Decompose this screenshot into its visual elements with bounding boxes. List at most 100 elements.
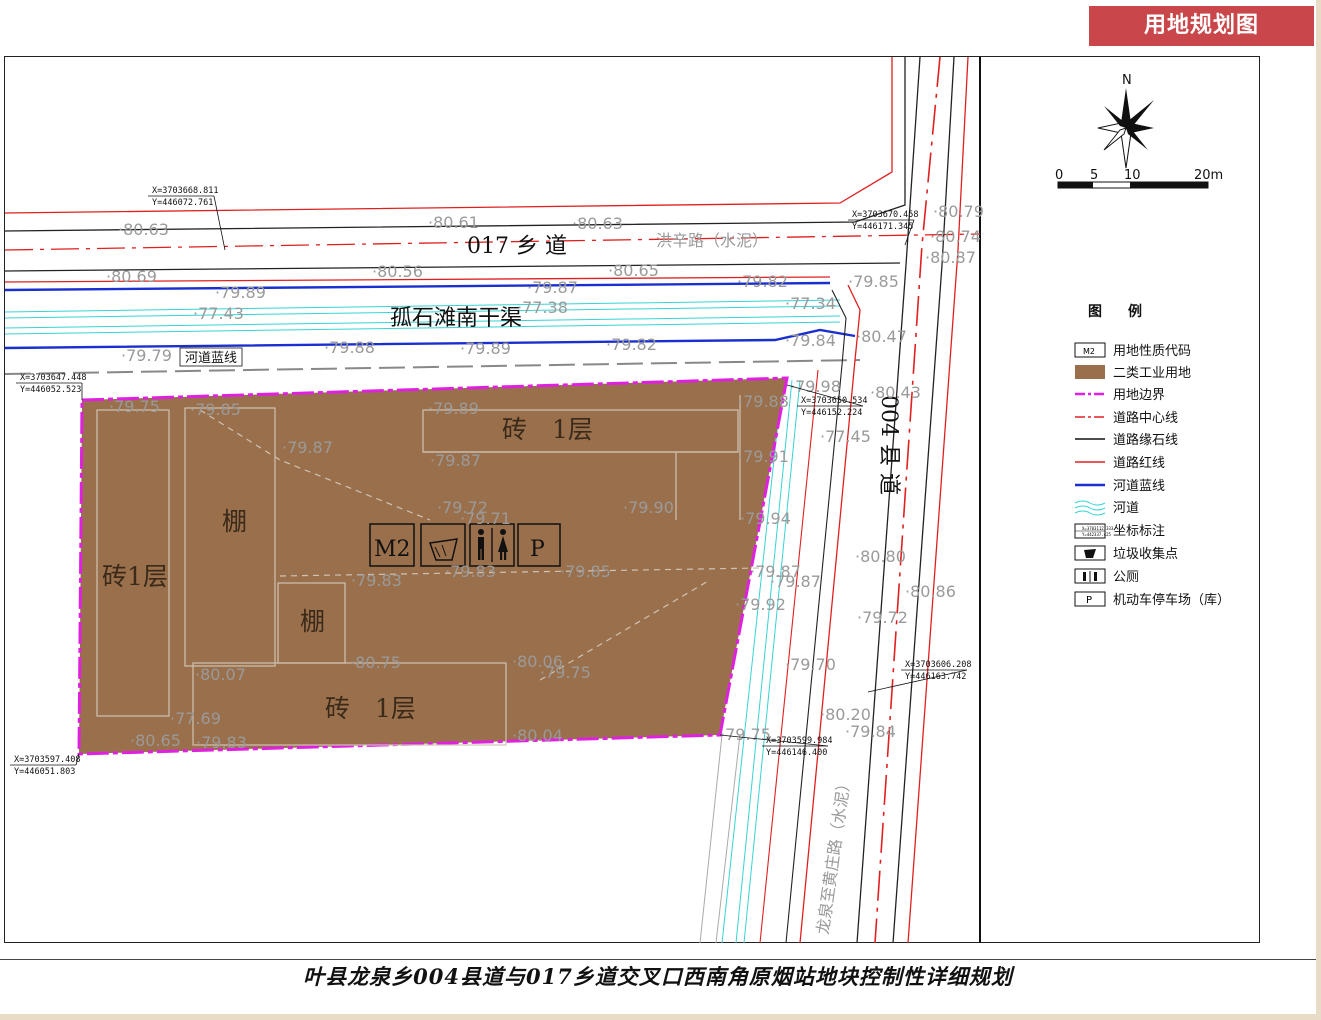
elevation-label: ·80.87 [925,248,976,267]
elevation-label: ·79.90 [623,498,674,517]
elevation-label: ·80.65 [130,731,181,750]
coordinate-tag: X=3703647.448 Y=446052.523 [16,373,87,400]
legend-label: 公厕 [1113,570,1139,585]
legend-parking-text: P [1086,595,1092,606]
canal-label: 孤石滩南干渠 [390,306,522,331]
legend-label: 机动车停车场（库） [1113,592,1230,608]
elevation-label: ·79.82 [606,335,657,354]
coordinate-x: X=3703668.811 [152,186,219,196]
north-arrow-icon: N [1097,73,1154,169]
coordinate-icon: X=3703112.333 Y=442337.425 [1074,523,1114,539]
elevation-label: ·79.84 [845,722,896,741]
legend-coord-x: X=3703112.333 [1082,526,1114,531]
coordinate-x: X=3703606.208 [905,660,972,670]
elevation-label: ·79.87 [430,451,481,470]
elevation-label: ·79.75 [109,397,160,416]
legend-label: 道路中心线 [1113,410,1178,426]
elevation-label: ·80.07 [195,665,246,684]
elevation-label: ·79.79 [121,346,172,365]
legend: 图 例 M2 X=3703112.333 Y=442337.425 P 用地性质… [1074,303,1230,608]
shed-2: 棚 [300,607,325,636]
elevation-label: ·80.75 [350,653,401,672]
elevation-label: ·79.89 [460,339,511,358]
legend-label: 用地性质代码 [1113,344,1191,359]
scale-tick: 20m [1194,168,1223,183]
elevation-label: ·79.75 [540,663,591,682]
coordinate-tag: X=3703606.208Y=446163.742 [867,660,972,693]
coordinate-leader [213,195,226,251]
parking-icon: P [1074,591,1106,607]
brick-building-west: 砖1层 [102,562,168,591]
coordinate-x: X=3703670.458 [852,210,919,220]
elevation-label: ·79.84 [785,331,836,350]
legend-label: 二类工业用地 [1113,366,1191,381]
legend-code-text: M2 [1083,347,1095,356]
scale-tick: 5 [1090,168,1098,183]
elevation-label: ·79.75 [720,725,771,744]
elevation-label: ·80.79 [933,202,984,221]
elevation-label: ·80.65 [608,261,659,280]
elevation-label: ·79.71 [460,509,511,528]
legend-label: 垃圾收集点 [1113,546,1178,562]
toilet-icon [1074,568,1106,584]
legend-label: 河道蓝线 [1113,479,1165,494]
county-road-label: 004 县 道 [876,395,901,495]
elevation-label: ·77.38 [517,298,568,317]
longquan-road-label: 龙泉至黄庄路（水泥） [813,774,854,935]
legend-label: 坐标标注 [1113,524,1165,539]
coordinate-x: X=3703597.408 [14,755,81,765]
elevation-label: ·80.69 [106,267,157,286]
elevation-label: ·79.88 [324,338,375,357]
coordinate-y: Y=446146.400 [766,748,827,758]
township-road-label: 017 乡 道 [467,234,567,259]
elevation-label: ·79.85 [560,562,611,581]
coordinate-y: Y=446171.345 [852,222,913,232]
elevation-label: ·80.56 [372,262,423,281]
industrial-land-icon [1075,365,1105,379]
elevation-label: ·79.83 [445,562,496,581]
elevation-label: ·79.92 [735,595,786,614]
elevation-label: ·77.34 [785,294,836,313]
elevation-label: ·80.74 [930,227,981,246]
elevation-label: ·79.85 [190,400,241,419]
elevation-label: ·80.80 [855,547,906,566]
elevation-label: ·79.82 [737,272,788,291]
river-line-label: 河道蓝线 [179,347,243,367]
river-icon [1074,500,1106,516]
scale-bar: 0 5 10 20m [1055,168,1223,189]
map-canvas: 河道蓝线 017 乡 道 洪辛路（水泥） 孤石滩南干渠 004 县 道 龙泉至黄… [4,56,1230,944]
legend-label: 用地边界 [1113,388,1165,403]
elevation-label: ·79.85 [848,272,899,291]
elevation-label: ·79.83 [196,733,247,752]
coordinate-y: Y=446152.224 [801,408,862,418]
legend-label: 河道 [1113,501,1139,516]
legend-label: 道路缘石线 [1113,432,1178,448]
elevation-label: ·79.91 [738,447,789,466]
coordinate-y: Y=446051.803 [14,767,75,777]
elevation-label: ·77.69 [170,709,221,728]
land-code-icon: M2 [1074,342,1106,358]
coordinate-x: X=3703647.448 [20,373,87,383]
parking-letter: P [530,537,545,562]
elevation-label: ·80.04 [512,726,563,745]
elevation-label: ·80.63 [572,214,623,233]
land-code: M2 [374,537,411,562]
coordinate-y: Y=446052.523 [20,385,81,395]
legend-title: 图 例 [1088,303,1148,320]
trash-bin-icon [1074,545,1106,561]
elevation-label: ·79.89 [215,283,266,302]
elevation-label: ·79.89 [428,399,479,418]
scale-tick: 0 [1055,168,1063,183]
brick-building-south: 砖 1层 [325,694,416,723]
coordinate-tag: X=3703597.408 Y=446051.803 [10,753,81,777]
river-line-text: 河道蓝线 [185,351,237,366]
elevation-label: ·80.61 [428,213,479,232]
elevation-label: ·77.43 [193,304,244,323]
coordinate-y: Y=446072.761 [152,198,213,208]
elevation-label: ·79.94 [740,509,791,528]
elevation-label: ·79.87 [770,572,821,591]
elevation-label: ·80.47 [856,327,907,346]
elevation-label: ·80.63 [118,220,169,239]
north-label: N [1122,73,1132,88]
elevation-label: ·79.72 [857,608,908,627]
